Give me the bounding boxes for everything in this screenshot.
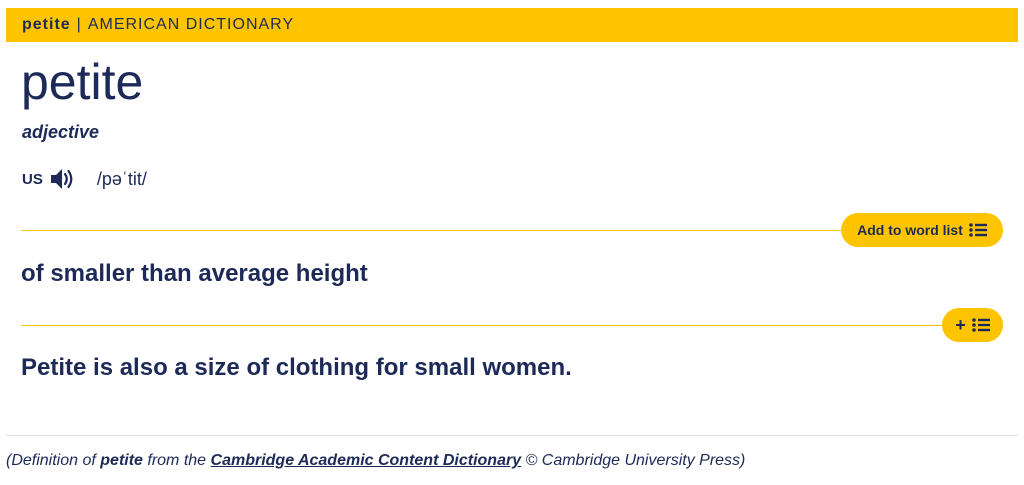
dictionary-source-link[interactable]: Cambridge Academic Content Dictionary xyxy=(211,452,522,469)
definition-text: Petite is also a size of clothing for sm… xyxy=(21,354,572,381)
sense-divider xyxy=(21,230,843,231)
citation-suffix: © Cambridge University Press) xyxy=(521,452,746,469)
plus-icon: + xyxy=(955,314,966,335)
citation-middle: from the xyxy=(142,452,211,469)
page-title-headword: petite xyxy=(21,54,144,110)
list-icon xyxy=(969,223,987,237)
dictionary-header-bar: petite | AMERICAN DICTIONARY xyxy=(6,8,1018,42)
citation: (Definition of petite from the Cambridge… xyxy=(6,452,745,470)
region-label: US xyxy=(22,170,43,188)
add-to-word-list-label: Add to word list xyxy=(857,222,963,238)
footer-divider xyxy=(6,435,1018,436)
add-to-word-list-button[interactable]: Add to word list xyxy=(841,213,1003,247)
ipa-transcription: /pəˈtit/ xyxy=(96,168,147,189)
header-separator: | xyxy=(76,16,82,33)
add-sense-to-list-button[interactable]: + xyxy=(942,308,1003,342)
citation-prefix: (Definition of xyxy=(6,452,101,469)
header-headword: petite xyxy=(22,16,71,33)
definition-text: of smaller than average height xyxy=(21,260,368,287)
speaker-icon[interactable] xyxy=(49,166,79,192)
header-dictionary-name: AMERICAN DICTIONARY xyxy=(87,16,295,33)
pronunciation-row: US /pəˈtit/ xyxy=(22,166,147,192)
sense-divider xyxy=(21,325,943,326)
citation-word: petite xyxy=(100,452,143,469)
list-icon xyxy=(971,318,990,332)
part-of-speech: adjective xyxy=(22,122,100,142)
